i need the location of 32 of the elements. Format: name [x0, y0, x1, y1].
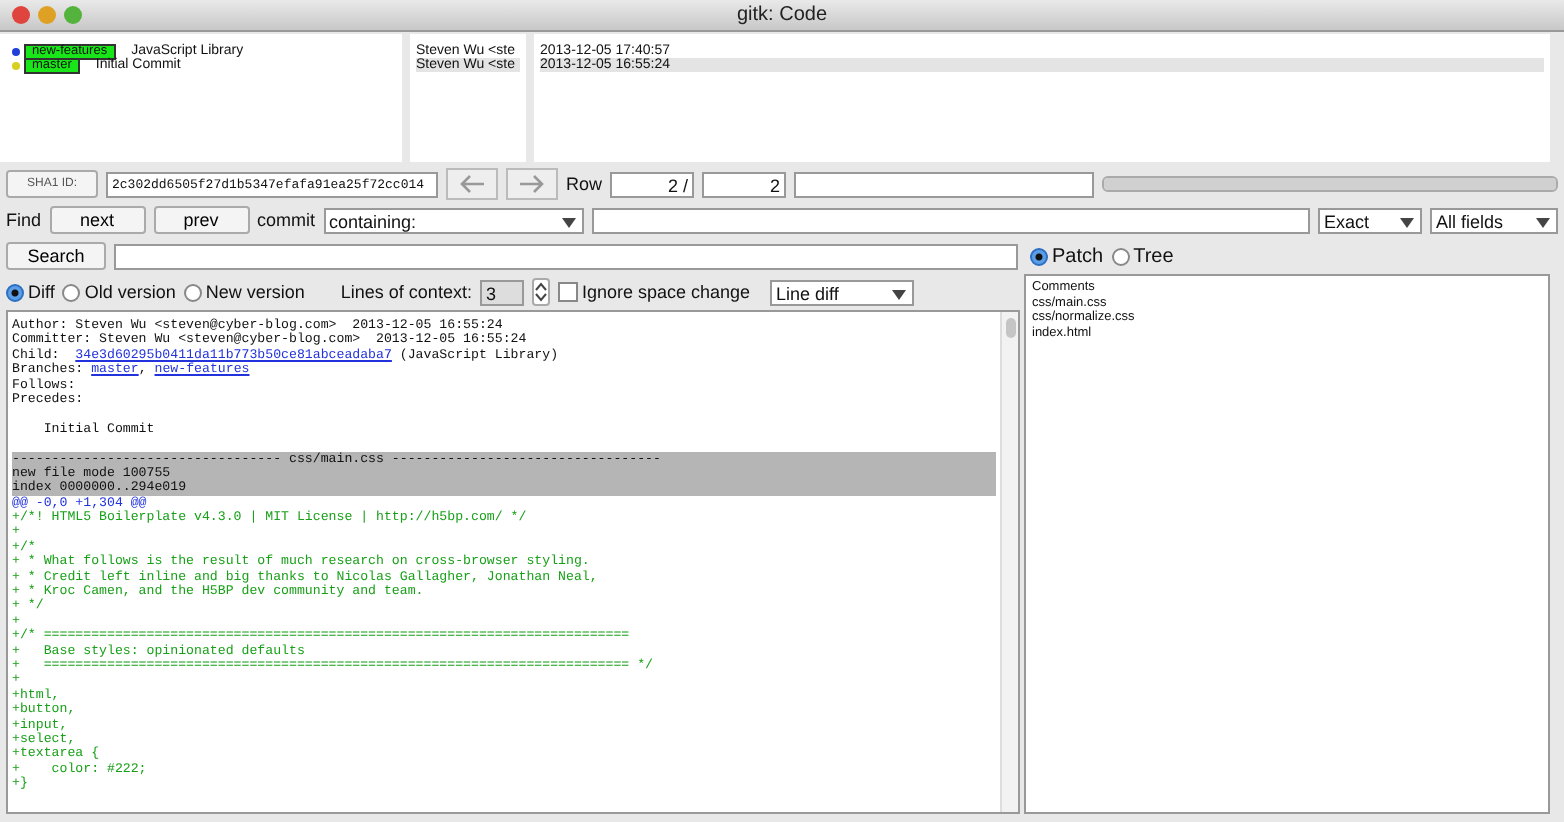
view-mode-radio[interactable]: Tree — [1111, 245, 1174, 267]
view-radio[interactable]: Diff — [6, 282, 55, 302]
ignore-space-checkbox[interactable]: Ignore space change — [557, 282, 751, 302]
minimize-icon[interactable] — [38, 6, 56, 24]
close-icon[interactable] — [12, 6, 30, 24]
scrollbar[interactable] — [1000, 312, 1018, 812]
window-title: gitk: Code — [734, 4, 830, 26]
caret-icon — [892, 289, 907, 301]
fields-dropdown[interactable]: All fields — [1430, 207, 1558, 233]
prev-button[interactable]: prev — [153, 206, 250, 234]
caret-icon — [561, 217, 576, 229]
view-mode-radio[interactable]: Patch — [1030, 245, 1104, 267]
commit-label: commit — [257, 210, 316, 230]
caret-icon — [1536, 217, 1550, 229]
view-radio[interactable]: Old version — [62, 282, 176, 302]
row-label: Row — [566, 174, 603, 194]
view-radio[interactable]: New version — [183, 282, 305, 302]
find-label: Find — [6, 210, 42, 230]
row-current-field: 2 / — [610, 171, 695, 197]
next-button[interactable]: next — [49, 206, 146, 234]
caret-icon — [1400, 217, 1414, 229]
zoom-icon[interactable] — [64, 6, 82, 24]
row-total-field: 2 — [702, 171, 787, 197]
match-dropdown[interactable]: Exact — [1318, 207, 1422, 233]
search-field[interactable] — [114, 243, 1018, 269]
find-field[interactable] — [591, 207, 1310, 233]
diff-mode-dropdown[interactable]: Line diff — [770, 279, 915, 305]
context-field[interactable]: 3 — [479, 279, 524, 305]
search-button[interactable]: Search — [6, 242, 106, 270]
find-mode-dropdown[interactable]: containing: — [323, 207, 584, 233]
spinner-icon[interactable] — [531, 278, 550, 306]
context-label: Lines of context: — [340, 282, 472, 302]
